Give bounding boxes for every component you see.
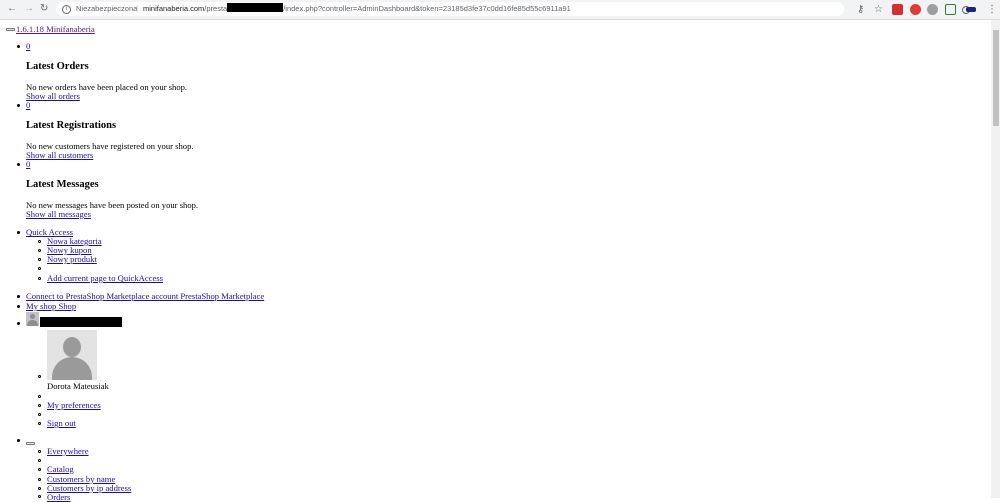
list-bullet [17, 163, 20, 166]
latest-messages-title: Latest Messages [26, 179, 99, 190]
list-bullet [17, 45, 20, 48]
back-icon[interactable]: ← [7, 3, 17, 15]
list-circle [38, 459, 41, 462]
list-circle [38, 487, 41, 490]
employee-name: Dorota Mateusiak [47, 381, 109, 391]
admin-dashboard-page: 1.6.1.18 Minifanaberia 0 Latest Orders N… [0, 20, 990, 498]
add-to-quick-access-link[interactable]: Add current page to QuickAccess [47, 273, 163, 283]
menu-icon[interactable]: ⋮ [987, 4, 997, 15]
browser-toolbar: ← → ↻ i Niezabezpieczona | minifanaberia… [0, 0, 1000, 20]
key-icon[interactable]: ⚷ [857, 4, 864, 15]
list-circle [38, 395, 41, 398]
info-icon[interactable]: i [62, 5, 71, 14]
scrollbar-thumb[interactable] [993, 30, 999, 126]
show-all-messages-link[interactable]: Show all messages [26, 209, 91, 219]
list-circle [38, 277, 41, 280]
url-text: minifanaberia.com/presta/index.php?contr… [143, 2, 571, 16]
extension-icon[interactable] [892, 4, 903, 15]
search-scope-everywhere[interactable]: Everywhere [47, 446, 89, 456]
avatar[interactable] [26, 312, 39, 326]
list-circle [38, 468, 41, 471]
list-bullet [17, 295, 20, 298]
list-circle [38, 478, 41, 481]
avatar-head [30, 314, 35, 319]
latest-orders-title: Latest Orders [26, 61, 89, 72]
avatar-body [52, 357, 92, 380]
opera-icon[interactable] [910, 4, 921, 15]
messages-count-link[interactable]: 0 [26, 159, 30, 169]
customers-count-link[interactable]: 0 [26, 100, 30, 110]
quick-access-item[interactable]: Nowy produkt [47, 254, 97, 264]
list-circle [38, 450, 41, 453]
reload-icon[interactable]: ↻ [40, 3, 48, 15]
my-preferences-link[interactable]: My preferences [47, 400, 101, 410]
show-all-orders-link[interactable]: Show all orders [26, 91, 80, 101]
divider: | [136, 4, 138, 13]
list-bullet [17, 322, 20, 325]
orders-count-link[interactable]: 0 [26, 41, 30, 51]
extension-dark-icon[interactable] [966, 7, 976, 12]
avatar-body [27, 320, 38, 326]
list-circle [38, 375, 41, 378]
extension-square-icon[interactable] [945, 4, 956, 15]
list-circle [38, 267, 41, 270]
list-circle [38, 240, 41, 243]
show-all-customers-link[interactable]: Show all customers [26, 150, 93, 160]
forward-icon[interactable]: → [24, 3, 34, 15]
latest-registrations-title: Latest Registrations [26, 120, 117, 131]
shop-version-link[interactable]: 1.6.1.18 Minifanaberia [16, 24, 95, 34]
search-scope-orders[interactable]: Orders [47, 492, 70, 502]
url-path-start: /presta [204, 4, 228, 13]
search-toggle-button[interactable] [26, 442, 35, 445]
marketplace-link[interactable]: Connect to PrestaShop Marketplace accoun… [26, 291, 264, 301]
address-bar[interactable]: i Niezabezpieczona | minifanaberia.com/p… [56, 2, 844, 16]
list-bullet [17, 231, 20, 234]
list-bullet [17, 305, 20, 308]
sidebar-toggle-button[interactable] [6, 28, 15, 31]
url-path-end: /index.php?controller=AdminDashboard&tok… [283, 4, 571, 13]
list-circle [38, 258, 41, 261]
search-scope-catalog[interactable]: Catalog [47, 464, 74, 474]
extension-shield-icon[interactable] [927, 4, 938, 15]
employee-avatar [47, 330, 97, 380]
list-circle [38, 422, 41, 425]
my-shop-link[interactable]: My shop Shop [26, 301, 76, 311]
security-label: Niezabezpieczona [76, 4, 138, 13]
list-bullet [17, 104, 20, 107]
redacted-block [40, 317, 122, 327]
list-circle [38, 404, 41, 407]
url-host: minifanaberia.com [143, 4, 205, 13]
list-bullet [17, 439, 20, 442]
redacted-block [227, 3, 284, 12]
list-circle [38, 413, 41, 416]
list-circle [38, 249, 41, 252]
star-icon[interactable]: ☆ [874, 4, 883, 15]
avatar-head [63, 337, 81, 357]
sign-out-link[interactable]: Sign out [47, 418, 76, 428]
